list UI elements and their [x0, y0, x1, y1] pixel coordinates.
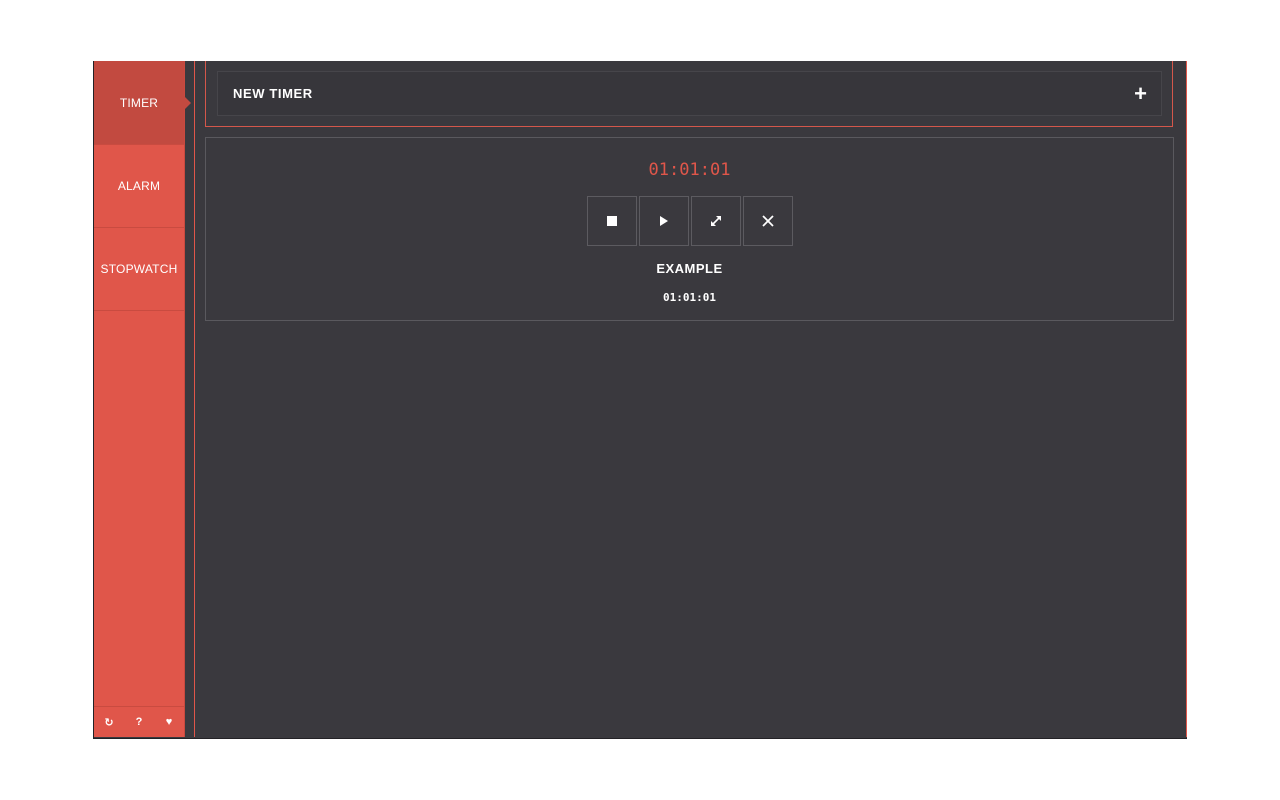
- stop-icon: [607, 216, 617, 226]
- expand-button[interactable]: [691, 196, 741, 246]
- timer-card: 01:01:01 EXAMPLE 01:01:01: [205, 137, 1174, 321]
- sidebar-footer: ↻ ? ♥: [94, 706, 184, 737]
- right-border: [1186, 61, 1187, 737]
- sidebar: TIMER ALARM STOPWATCH ↻ ? ♥: [94, 61, 191, 737]
- play-button[interactable]: [639, 196, 689, 246]
- new-timer-label: NEW TIMER: [233, 86, 313, 101]
- heart-icon[interactable]: ♥: [162, 716, 176, 728]
- active-indicator: [184, 96, 191, 110]
- timer-controls: [587, 196, 793, 246]
- close-icon: [762, 215, 774, 227]
- timer-name: EXAMPLE: [656, 261, 723, 276]
- play-icon: [660, 216, 668, 226]
- sidebar-item-label: TIMER: [119, 95, 159, 110]
- sidebar-item-label: STOPWATCH: [100, 261, 178, 276]
- timer-duration: 01:01:01: [663, 291, 716, 304]
- app-window: TIMER ALARM STOPWATCH ↻ ? ♥ NEW TIMER + …: [93, 61, 1187, 739]
- sidebar-item-label: ALARM: [117, 178, 161, 193]
- new-timer-button[interactable]: NEW TIMER +: [217, 71, 1162, 116]
- delete-button[interactable]: [743, 196, 793, 246]
- sidebar-item-alarm[interactable]: ALARM: [94, 144, 184, 228]
- sidebar-item-stopwatch[interactable]: STOPWATCH: [94, 227, 184, 311]
- expand-icon: [711, 216, 721, 226]
- stop-button[interactable]: [587, 196, 637, 246]
- refresh-icon[interactable]: ↻: [102, 716, 116, 729]
- timer-remaining: 01:01:01: [648, 160, 731, 180]
- content-divider: [194, 61, 195, 737]
- new-timer-panel: NEW TIMER +: [205, 61, 1173, 127]
- plus-icon[interactable]: +: [1134, 82, 1147, 105]
- help-icon[interactable]: ?: [132, 716, 146, 728]
- sidebar-item-timer[interactable]: TIMER: [94, 61, 191, 145]
